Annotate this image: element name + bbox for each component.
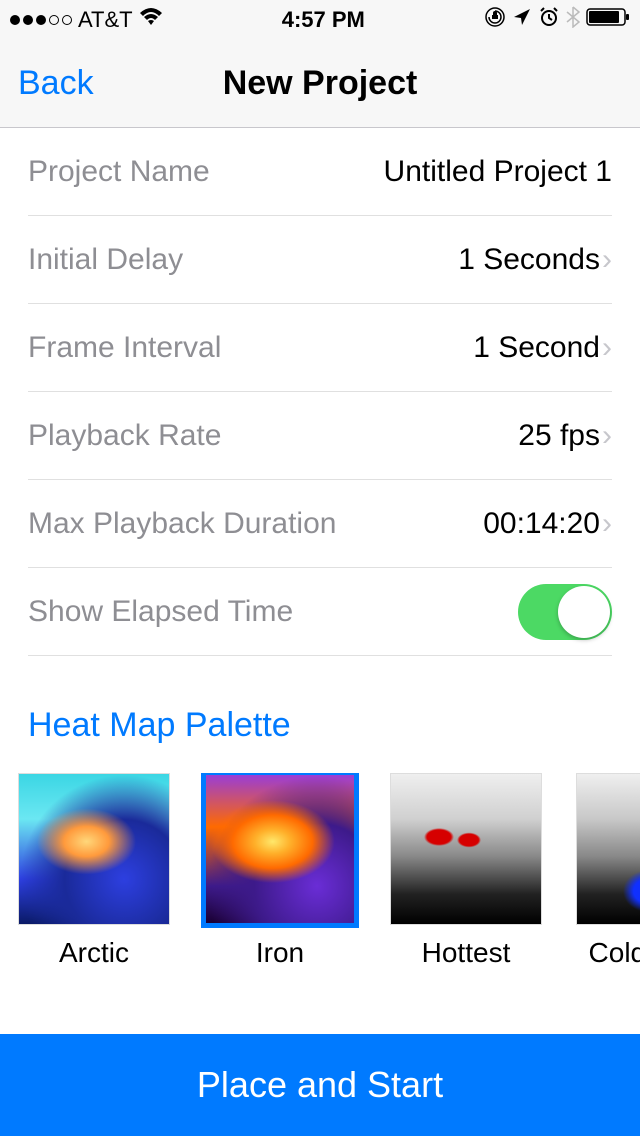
palette-label: Coldest [589,937,640,969]
nav-bar: Back New Project [0,40,640,128]
switch-knob [558,586,610,638]
palette-thumb [576,773,640,925]
palette-label: Iron [256,937,304,969]
row-label: Max Playback Duration [28,507,336,541]
palette-thumb [201,773,359,928]
bluetooth-icon [566,6,580,34]
location-icon [512,7,532,33]
page-title: New Project [0,64,640,103]
chevron-right-icon: › [602,507,612,541]
row-value-text: 1 Second [473,331,600,365]
palette-scroll[interactable]: Arctic Iron Hottest Coldest [0,773,640,969]
battery-icon [586,7,630,33]
status-left: AT&T [10,7,163,33]
project-name-row[interactable]: Project Name Untitled Project 1 [28,128,612,216]
carrier-label: AT&T [78,7,133,33]
palette-thumb [18,773,170,925]
chevron-right-icon: › [602,419,612,453]
row-label: Frame Interval [28,331,221,365]
palette-section-title: Heat Map Palette [28,706,640,745]
playback-rate-row[interactable]: Playback Rate 25 fps › [28,392,612,480]
chevron-right-icon: › [602,331,612,365]
initial-delay-row[interactable]: Initial Delay 1 Seconds › [28,216,612,304]
max-duration-row[interactable]: Max Playback Duration 00:14:20 › [28,480,612,568]
back-button[interactable]: Back [18,64,94,103]
show-elapsed-toggle[interactable] [518,584,612,640]
alarm-icon [538,6,560,34]
palette-label: Hottest [422,937,511,969]
row-value: 00:14:20 › [483,507,612,541]
row-label: Playback Rate [28,419,221,453]
palette-item-iron[interactable]: Iron [204,773,356,969]
wifi-icon [139,7,163,33]
palette-item-hottest[interactable]: Hottest [390,773,542,969]
palette-thumb [390,773,542,925]
frame-interval-row[interactable]: Frame Interval 1 Second › [28,304,612,392]
row-value: 1 Seconds › [458,243,612,277]
status-right [484,6,630,34]
content: Project Name Untitled Project 1 Initial … [0,128,640,1136]
row-value: 1 Second › [473,331,612,365]
status-bar: AT&T 4:57 PM [0,0,640,40]
row-value: Untitled Project 1 [384,155,612,189]
status-time: 4:57 PM [282,7,365,33]
row-label: Initial Delay [28,243,183,277]
row-value-text: 1 Seconds [458,243,600,277]
chevron-right-icon: › [602,243,612,277]
signal-dots-icon [10,15,72,25]
settings-list: Project Name Untitled Project 1 Initial … [0,128,640,656]
palette-item-coldest[interactable]: Coldest [576,773,640,969]
row-value: 25 fps › [518,419,612,453]
row-label: Show Elapsed Time [28,595,293,629]
rotation-lock-icon [484,6,506,34]
row-value-text: 00:14:20 [483,507,600,541]
row-value-text: 25 fps [518,419,600,453]
palette-label: Arctic [59,937,129,969]
palette-item-arctic[interactable]: Arctic [18,773,170,969]
row-label: Project Name [28,155,210,189]
show-elapsed-row: Show Elapsed Time [28,568,612,656]
place-and-start-button[interactable]: Place and Start [0,1034,640,1136]
